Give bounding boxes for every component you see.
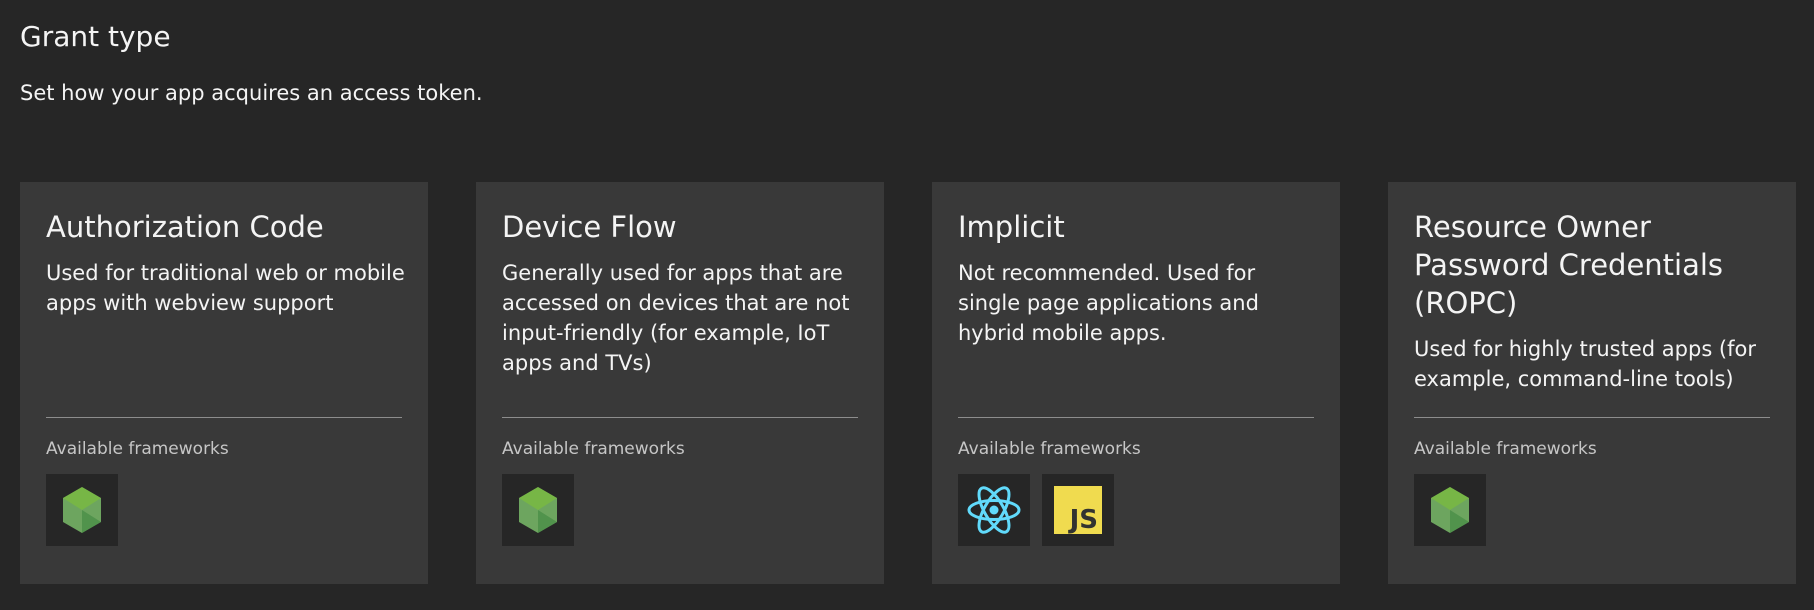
card-divider: [1414, 417, 1770, 418]
frameworks-label: Available frameworks: [502, 439, 685, 459]
card-divider: [46, 417, 402, 418]
card-title: Resource Owner Password Credentials (ROP…: [1414, 210, 1724, 320]
grant-card-implicit[interactable]: Implicit Not recommended. Used for singl…: [932, 182, 1340, 584]
frameworks-label: Available frameworks: [46, 439, 229, 459]
nodejs-icon: [519, 487, 557, 533]
grant-card-device-flow[interactable]: Device Flow Generally used for apps that…: [476, 182, 884, 584]
nodejs-icon: [63, 487, 101, 533]
react-icon: [967, 486, 1021, 534]
card-divider: [502, 417, 858, 418]
frameworks-label: Available frameworks: [958, 439, 1141, 459]
card-description: Not recommended. Used for single page ap…: [958, 261, 1259, 345]
page-subtitle: Set how your app acquires an access toke…: [20, 81, 483, 105]
card-description: Generally used for apps that are accesse…: [502, 261, 850, 375]
card-divider: [958, 417, 1314, 418]
grant-card-ropc[interactable]: Resource Owner Password Credentials (ROP…: [1388, 182, 1796, 584]
svg-text:JS: JS: [1068, 505, 1098, 534]
card-description: Used for traditional web or mobile apps …: [46, 261, 405, 315]
card-title: Device Flow: [502, 210, 677, 244]
frameworks-label: Available frameworks: [1414, 439, 1597, 459]
framework-tile-react: [958, 474, 1030, 546]
frameworks-list: [1414, 474, 1486, 546]
frameworks-list: [46, 474, 118, 546]
frameworks-list: [502, 474, 574, 546]
grant-card-authorization-code[interactable]: Authorization Code Used for traditional …: [20, 182, 428, 584]
framework-tile-nodejs: [1414, 474, 1486, 546]
framework-tile-javascript: JS: [1042, 474, 1114, 546]
framework-tile-nodejs: [46, 474, 118, 546]
page-title: Grant type: [20, 20, 171, 53]
nodejs-icon: [1431, 487, 1469, 533]
frameworks-list: JS: [958, 474, 1114, 546]
card-title: Authorization Code: [46, 210, 324, 244]
card-title: Implicit: [958, 210, 1065, 244]
javascript-icon: JS: [1054, 486, 1102, 534]
card-description: Used for highly trusted apps (for exampl…: [1414, 337, 1756, 391]
framework-tile-nodejs: [502, 474, 574, 546]
